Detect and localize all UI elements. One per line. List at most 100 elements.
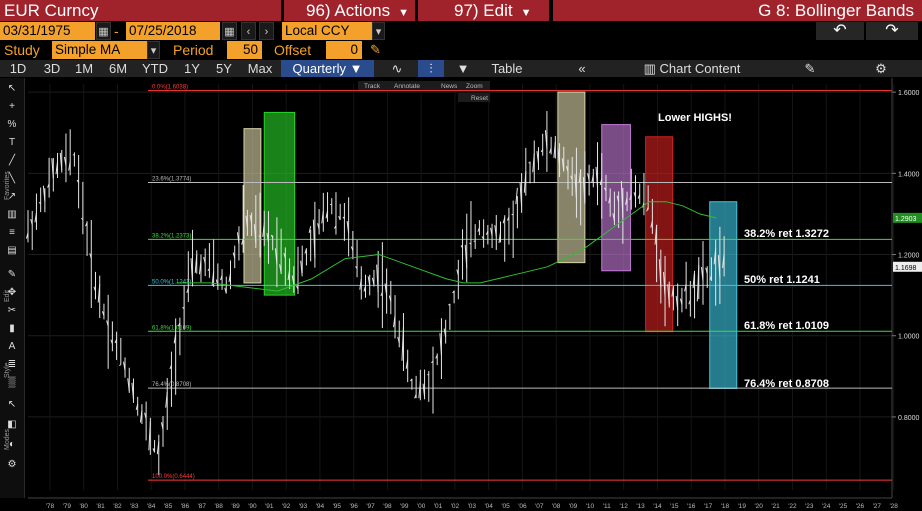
x-tick-label: '96 <box>349 503 358 510</box>
y-tick-label: 1.4000 <box>898 171 920 178</box>
x-tick-label: '78 <box>46 503 55 510</box>
range-6m[interactable]: 6M <box>104 60 132 77</box>
brush-style-icon[interactable]: ▒ <box>4 376 20 390</box>
chevron-down-icon: ▼ <box>349 61 363 76</box>
x-tick-label: '85 <box>164 503 173 510</box>
start-date-field[interactable]: 03/31/1975 <box>0 22 95 40</box>
settings-icon[interactable]: ⚙ <box>873 60 889 77</box>
x-tick-label: '90 <box>248 503 257 510</box>
trash-icon[interactable]: ▮ <box>4 322 20 336</box>
x-tick-label: '80 <box>79 503 88 510</box>
ret-618-note: 61.8% ret 1.0109 <box>744 320 829 332</box>
pencil-icon[interactable]: ✎ <box>4 268 20 282</box>
x-tick-label: '24 <box>822 503 831 510</box>
fib-label: 100.0%(0.6444) <box>152 474 195 480</box>
brush-icon[interactable]: ╱ <box>4 154 20 168</box>
cursor-mode-icon[interactable]: ↖ <box>4 398 20 412</box>
calendar-icon[interactable]: ▦ <box>96 22 111 40</box>
frequency-select[interactable]: Quarterly ▼ <box>281 60 374 77</box>
range-max[interactable]: Max <box>243 60 277 77</box>
chevron-down-icon: ▼ <box>398 7 409 19</box>
font-icon[interactable]: A <box>4 340 20 354</box>
x-tick-label: '26 <box>856 503 865 510</box>
offset-field[interactable]: 0 <box>326 41 362 59</box>
price-chart[interactable]: 0.0%(1.6038) 23.6%(1.3774) 38.2%(1.2373) 50… <box>0 78 922 511</box>
range-1d[interactable]: 1D <box>4 60 32 77</box>
x-tick-label: '02 <box>451 503 460 510</box>
x-tick-label: '82 <box>113 503 122 510</box>
x-tick-label: '86 <box>181 503 190 510</box>
bars-icon[interactable]: ▤ <box>4 244 20 258</box>
x-tick-label: '79 <box>63 503 72 510</box>
currency-select[interactable]: Local CCY <box>282 22 372 40</box>
frequency-label: Quarterly <box>292 61 346 76</box>
range-3d[interactable]: 3D <box>38 60 66 77</box>
lower-highs-note: Lower HIGHS! <box>658 112 732 124</box>
undo-icon[interactable]: ↶ <box>816 22 864 40</box>
ret-382-note: 38.2% ret 1.3272 <box>744 228 829 240</box>
settings-icon[interactable]: ⚙ <box>4 458 20 472</box>
x-tick-label: '12 <box>619 503 628 510</box>
pointer-icon[interactable]: ↖ <box>4 82 20 96</box>
range-ytd[interactable]: YTD <box>138 60 172 77</box>
price-tick <box>511 213 514 216</box>
x-tick-label: '15 <box>670 503 679 510</box>
x-tick-label: '10 <box>586 503 595 510</box>
next-arrow-icon[interactable]: › <box>259 22 274 40</box>
edit-icon[interactable]: ✎ <box>802 60 818 77</box>
news-tool[interactable]: News <box>441 83 458 90</box>
percent-icon[interactable]: % <box>4 118 20 132</box>
zoom-tool[interactable]: Zoom <box>466 83 483 90</box>
period-field[interactable]: 50 <box>227 41 262 59</box>
x-tick-label: '93 <box>299 503 308 510</box>
crosshair-icon[interactable]: + <box>4 100 20 114</box>
bar-chart-icon[interactable]: ⫶ <box>418 60 444 77</box>
x-tick-label: '97 <box>366 503 375 510</box>
edit-menu[interactable]: 97) Edit ▼ <box>418 0 549 21</box>
channel-icon[interactable]: ≡ <box>4 226 20 240</box>
collapse-icon[interactable]: « <box>574 60 590 77</box>
pencil-icon[interactable]: ✎ <box>370 41 381 59</box>
table-button[interactable]: Table <box>486 60 528 77</box>
date-separator: - <box>114 23 119 39</box>
track-tool[interactable]: Track <box>364 83 381 90</box>
redo-icon[interactable]: ↷ <box>866 22 918 40</box>
x-tick-label: '87 <box>198 503 207 510</box>
x-tick-label: '99 <box>400 503 409 510</box>
x-tick-label: '92 <box>282 503 291 510</box>
range-1m[interactable]: 1M <box>70 60 98 77</box>
chevron-down-icon[interactable]: ▾ <box>372 22 385 40</box>
end-date-field[interactable]: 07/25/2018 <box>126 22 220 40</box>
study-select[interactable]: Simple MA <box>52 41 147 59</box>
y-tick-label: 0.8000 <box>898 415 920 422</box>
eraser-icon[interactable]: ✂ <box>4 304 20 318</box>
price-tick <box>72 154 75 156</box>
x-tick-label: '07 <box>535 503 544 510</box>
range-1y[interactable]: 1Y <box>178 60 206 77</box>
range-5y[interactable]: 5Y <box>210 60 238 77</box>
highlight-box <box>263 111 296 296</box>
line-chart-icon[interactable]: ∿ <box>388 60 406 77</box>
chevron-down-icon[interactable]: ▼ <box>455 60 471 77</box>
ret-50-note: 50% ret 1.1241 <box>744 274 820 286</box>
ruler-icon[interactable]: ▥ <box>4 208 20 222</box>
x-tick-label: '18 <box>721 503 730 510</box>
last-price-label: 1.1698 <box>895 265 917 272</box>
x-tick-label: '04 <box>484 503 493 510</box>
calendar-icon[interactable]: ▦ <box>222 22 237 40</box>
chart-content-button[interactable]: ▥ Chart Content <box>637 60 747 77</box>
x-tick-label: '06 <box>518 503 527 510</box>
annotate-tool[interactable]: Annotate <box>394 83 420 90</box>
chevron-down-icon[interactable]: ▾ <box>147 41 160 59</box>
prev-arrow-icon[interactable]: ‹ <box>241 22 256 40</box>
actions-menu[interactable]: 96) Actions ▼ <box>284 0 415 21</box>
x-tick-label: '28 <box>889 503 898 510</box>
text-icon[interactable]: T <box>4 136 20 150</box>
x-tick-label: '03 <box>468 503 477 510</box>
x-tick-label: '01 <box>434 503 443 510</box>
security-title[interactable]: EUR Curncy <box>0 0 281 21</box>
x-tick-label: '13 <box>636 503 645 510</box>
x-tick-label: '09 <box>569 503 578 510</box>
reset-tool[interactable]: Reset <box>471 95 488 102</box>
highlight-box <box>645 136 674 333</box>
